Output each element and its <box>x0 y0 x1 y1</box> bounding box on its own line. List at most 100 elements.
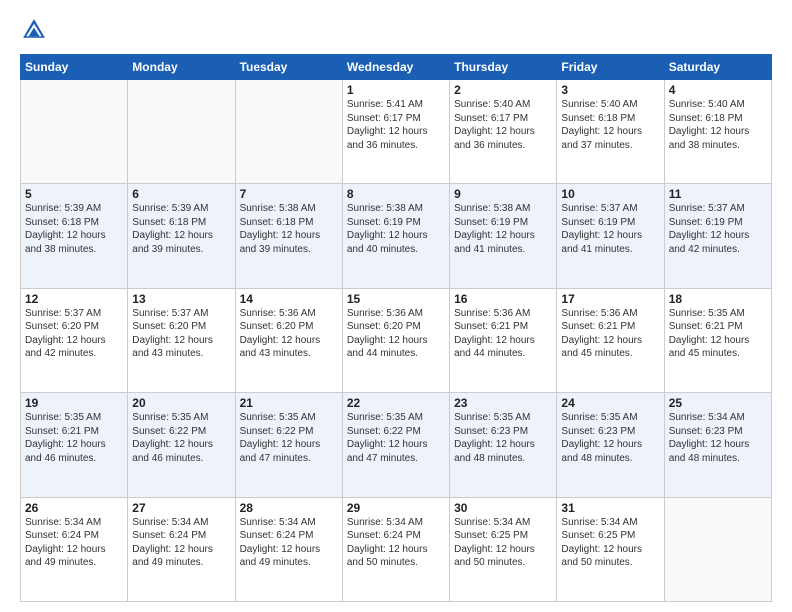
day-number: 6 <box>132 187 230 201</box>
day-info: Sunrise: 5:37 AM Sunset: 6:19 PM Dayligh… <box>561 202 659 256</box>
week-row-2: 5Sunrise: 5:39 AM Sunset: 6:18 PM Daylig… <box>21 184 772 288</box>
day-number: 11 <box>669 187 767 201</box>
calendar-cell: 13Sunrise: 5:37 AM Sunset: 6:20 PM Dayli… <box>128 288 235 392</box>
day-info: Sunrise: 5:35 AM Sunset: 6:22 PM Dayligh… <box>347 411 445 465</box>
day-info: Sunrise: 5:38 AM Sunset: 6:19 PM Dayligh… <box>454 202 552 256</box>
day-number: 17 <box>561 292 659 306</box>
calendar-cell: 11Sunrise: 5:37 AM Sunset: 6:19 PM Dayli… <box>664 184 771 288</box>
calendar-cell: 26Sunrise: 5:34 AM Sunset: 6:24 PM Dayli… <box>21 497 128 601</box>
day-info: Sunrise: 5:37 AM Sunset: 6:20 PM Dayligh… <box>132 307 230 361</box>
calendar-cell: 2Sunrise: 5:40 AM Sunset: 6:17 PM Daylig… <box>450 80 557 184</box>
day-info: Sunrise: 5:35 AM Sunset: 6:21 PM Dayligh… <box>25 411 123 465</box>
weekday-sunday: Sunday <box>21 55 128 80</box>
calendar-cell: 19Sunrise: 5:35 AM Sunset: 6:21 PM Dayli… <box>21 393 128 497</box>
calendar-cell: 25Sunrise: 5:34 AM Sunset: 6:23 PM Dayli… <box>664 393 771 497</box>
day-number: 4 <box>669 83 767 97</box>
logo-icon <box>20 16 48 44</box>
weekday-friday: Friday <box>557 55 664 80</box>
week-row-3: 12Sunrise: 5:37 AM Sunset: 6:20 PM Dayli… <box>21 288 772 392</box>
day-number: 3 <box>561 83 659 97</box>
day-info: Sunrise: 5:35 AM Sunset: 6:23 PM Dayligh… <box>561 411 659 465</box>
calendar-cell <box>664 497 771 601</box>
calendar-cell: 12Sunrise: 5:37 AM Sunset: 6:20 PM Dayli… <box>21 288 128 392</box>
day-info: Sunrise: 5:36 AM Sunset: 6:20 PM Dayligh… <box>240 307 338 361</box>
calendar-cell: 29Sunrise: 5:34 AM Sunset: 6:24 PM Dayli… <box>342 497 449 601</box>
calendar-cell: 3Sunrise: 5:40 AM Sunset: 6:18 PM Daylig… <box>557 80 664 184</box>
calendar-cell: 28Sunrise: 5:34 AM Sunset: 6:24 PM Dayli… <box>235 497 342 601</box>
calendar-cell: 27Sunrise: 5:34 AM Sunset: 6:24 PM Dayli… <box>128 497 235 601</box>
day-number: 13 <box>132 292 230 306</box>
day-info: Sunrise: 5:34 AM Sunset: 6:23 PM Dayligh… <box>669 411 767 465</box>
day-info: Sunrise: 5:40 AM Sunset: 6:18 PM Dayligh… <box>669 98 767 152</box>
day-number: 29 <box>347 501 445 515</box>
day-info: Sunrise: 5:34 AM Sunset: 6:24 PM Dayligh… <box>347 516 445 570</box>
day-info: Sunrise: 5:40 AM Sunset: 6:17 PM Dayligh… <box>454 98 552 152</box>
calendar-cell <box>235 80 342 184</box>
weekday-wednesday: Wednesday <box>342 55 449 80</box>
day-info: Sunrise: 5:34 AM Sunset: 6:25 PM Dayligh… <box>454 516 552 570</box>
header <box>20 16 772 44</box>
day-number: 16 <box>454 292 552 306</box>
day-info: Sunrise: 5:35 AM Sunset: 6:21 PM Dayligh… <box>669 307 767 361</box>
calendar-cell: 24Sunrise: 5:35 AM Sunset: 6:23 PM Dayli… <box>557 393 664 497</box>
calendar-cell: 22Sunrise: 5:35 AM Sunset: 6:22 PM Dayli… <box>342 393 449 497</box>
calendar-cell: 21Sunrise: 5:35 AM Sunset: 6:22 PM Dayli… <box>235 393 342 497</box>
calendar-cell: 9Sunrise: 5:38 AM Sunset: 6:19 PM Daylig… <box>450 184 557 288</box>
day-info: Sunrise: 5:34 AM Sunset: 6:24 PM Dayligh… <box>240 516 338 570</box>
calendar: SundayMondayTuesdayWednesdayThursdayFrid… <box>20 54 772 602</box>
week-row-5: 26Sunrise: 5:34 AM Sunset: 6:24 PM Dayli… <box>21 497 772 601</box>
calendar-cell: 6Sunrise: 5:39 AM Sunset: 6:18 PM Daylig… <box>128 184 235 288</box>
day-number: 1 <box>347 83 445 97</box>
day-info: Sunrise: 5:38 AM Sunset: 6:18 PM Dayligh… <box>240 202 338 256</box>
day-number: 5 <box>25 187 123 201</box>
calendar-cell: 20Sunrise: 5:35 AM Sunset: 6:22 PM Dayli… <box>128 393 235 497</box>
day-number: 25 <box>669 396 767 410</box>
calendar-cell: 10Sunrise: 5:37 AM Sunset: 6:19 PM Dayli… <box>557 184 664 288</box>
day-number: 14 <box>240 292 338 306</box>
calendar-cell: 17Sunrise: 5:36 AM Sunset: 6:21 PM Dayli… <box>557 288 664 392</box>
day-number: 20 <box>132 396 230 410</box>
calendar-cell: 1Sunrise: 5:41 AM Sunset: 6:17 PM Daylig… <box>342 80 449 184</box>
weekday-monday: Monday <box>128 55 235 80</box>
weekday-tuesday: Tuesday <box>235 55 342 80</box>
calendar-cell: 5Sunrise: 5:39 AM Sunset: 6:18 PM Daylig… <box>21 184 128 288</box>
day-number: 30 <box>454 501 552 515</box>
week-row-1: 1Sunrise: 5:41 AM Sunset: 6:17 PM Daylig… <box>21 80 772 184</box>
week-row-4: 19Sunrise: 5:35 AM Sunset: 6:21 PM Dayli… <box>21 393 772 497</box>
day-info: Sunrise: 5:38 AM Sunset: 6:19 PM Dayligh… <box>347 202 445 256</box>
day-number: 21 <box>240 396 338 410</box>
calendar-cell: 14Sunrise: 5:36 AM Sunset: 6:20 PM Dayli… <box>235 288 342 392</box>
day-info: Sunrise: 5:34 AM Sunset: 6:25 PM Dayligh… <box>561 516 659 570</box>
day-number: 26 <box>25 501 123 515</box>
day-info: Sunrise: 5:40 AM Sunset: 6:18 PM Dayligh… <box>561 98 659 152</box>
day-number: 9 <box>454 187 552 201</box>
calendar-cell <box>21 80 128 184</box>
page: SundayMondayTuesdayWednesdayThursdayFrid… <box>0 0 792 612</box>
calendar-cell: 31Sunrise: 5:34 AM Sunset: 6:25 PM Dayli… <box>557 497 664 601</box>
day-number: 10 <box>561 187 659 201</box>
weekday-header-row: SundayMondayTuesdayWednesdayThursdayFrid… <box>21 55 772 80</box>
day-number: 19 <box>25 396 123 410</box>
day-info: Sunrise: 5:39 AM Sunset: 6:18 PM Dayligh… <box>25 202 123 256</box>
day-info: Sunrise: 5:35 AM Sunset: 6:23 PM Dayligh… <box>454 411 552 465</box>
day-info: Sunrise: 5:35 AM Sunset: 6:22 PM Dayligh… <box>132 411 230 465</box>
calendar-cell: 23Sunrise: 5:35 AM Sunset: 6:23 PM Dayli… <box>450 393 557 497</box>
calendar-cell: 7Sunrise: 5:38 AM Sunset: 6:18 PM Daylig… <box>235 184 342 288</box>
day-info: Sunrise: 5:37 AM Sunset: 6:20 PM Dayligh… <box>25 307 123 361</box>
day-number: 28 <box>240 501 338 515</box>
day-info: Sunrise: 5:39 AM Sunset: 6:18 PM Dayligh… <box>132 202 230 256</box>
day-info: Sunrise: 5:34 AM Sunset: 6:24 PM Dayligh… <box>132 516 230 570</box>
logo <box>20 16 52 44</box>
calendar-cell <box>128 80 235 184</box>
day-number: 31 <box>561 501 659 515</box>
day-info: Sunrise: 5:34 AM Sunset: 6:24 PM Dayligh… <box>25 516 123 570</box>
day-number: 23 <box>454 396 552 410</box>
day-info: Sunrise: 5:36 AM Sunset: 6:20 PM Dayligh… <box>347 307 445 361</box>
day-number: 12 <box>25 292 123 306</box>
day-info: Sunrise: 5:36 AM Sunset: 6:21 PM Dayligh… <box>561 307 659 361</box>
day-number: 2 <box>454 83 552 97</box>
day-number: 15 <box>347 292 445 306</box>
calendar-cell: 15Sunrise: 5:36 AM Sunset: 6:20 PM Dayli… <box>342 288 449 392</box>
calendar-cell: 16Sunrise: 5:36 AM Sunset: 6:21 PM Dayli… <box>450 288 557 392</box>
calendar-cell: 30Sunrise: 5:34 AM Sunset: 6:25 PM Dayli… <box>450 497 557 601</box>
